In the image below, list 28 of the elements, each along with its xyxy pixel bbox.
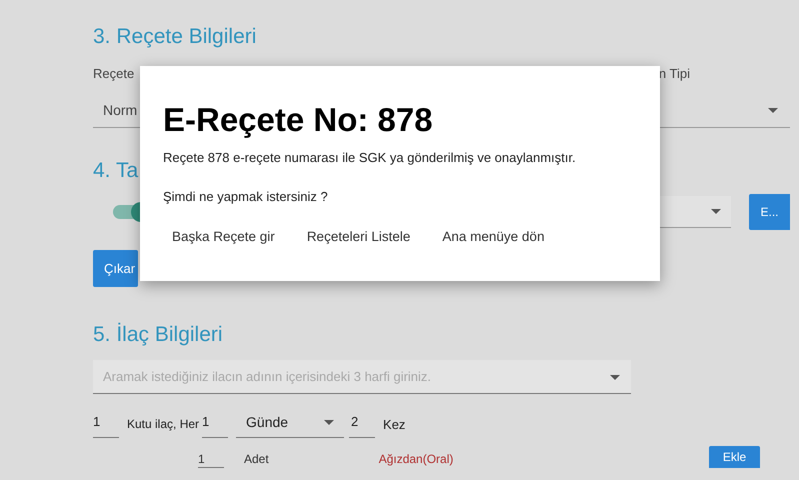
caret-icon — [711, 209, 721, 214]
remove-button[interactable]: Çıkar — [93, 250, 138, 287]
caret-icon — [610, 375, 620, 380]
section-heading: 3. Reçete Bilgileri — [93, 24, 256, 50]
section-heading: 5. İlaç Bilgileri — [93, 322, 223, 348]
add-button[interactable]: Ekle — [709, 446, 760, 468]
button[interactable]: E... — [749, 194, 790, 230]
dialog-button[interactable]: Ana menüye dön — [431, 222, 556, 252]
input-field[interactable]: 1 — [198, 452, 224, 468]
dialog-button[interactable]: Reçeteleri Listele — [296, 222, 422, 252]
caret-icon — [324, 420, 334, 425]
caret-icon — [768, 108, 778, 113]
select-field[interactable]: Günde — [236, 408, 344, 438]
field-label: Ağızdan(Oral) — [378, 452, 454, 468]
section-heading: 4. Ta — [93, 158, 138, 184]
dialog-question: Şimdi ne yapmak istersiniz ? — [163, 188, 329, 206]
input-field[interactable]: 1 — [93, 408, 119, 438]
field-label: n Tipi — [658, 65, 690, 82]
dialog-button[interactable]: Başka Reçete gir — [161, 222, 286, 252]
search-field[interactable]: Aramak istediğiniz ilacın adının içerisindeki 3 harfi giriniz. — [93, 360, 631, 394]
field-label: Adet — [244, 452, 269, 468]
field-label: Kez — [383, 416, 406, 434]
input-field[interactable]: 1 — [202, 408, 228, 438]
input-field[interactable]: 2 — [349, 408, 376, 438]
field-label: Kutu ilaç, Her — [127, 416, 200, 433]
dialog-message: Reçete 878 e-reçete numarası ile SGK ya gönderilmiş ve onaylanmıştır. — [163, 149, 577, 167]
dialog-title: E-Reçete No: 878 — [163, 100, 434, 140]
field-label: Reçete — [93, 65, 134, 82]
